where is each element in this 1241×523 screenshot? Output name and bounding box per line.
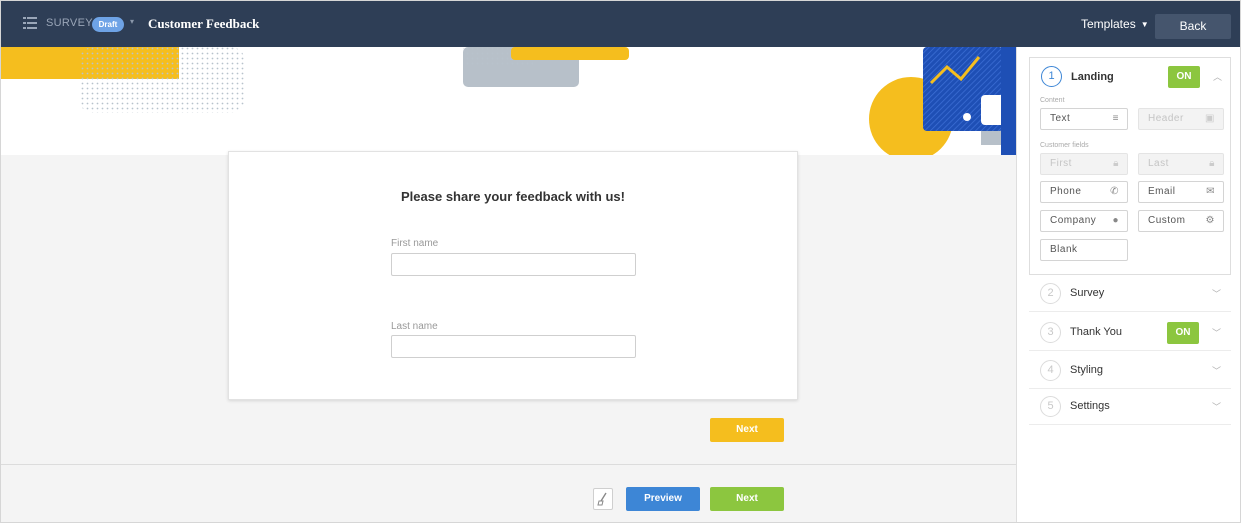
step-number-4: 4 <box>1040 360 1061 381</box>
lock-icon: 🔒︎ <box>1209 158 1215 169</box>
templates-dropdown[interactable]: Templates ▼ <box>1081 17 1149 31</box>
first-button-label: First <box>1050 158 1072 169</box>
blank-button-label: Blank <box>1050 244 1078 255</box>
status-badge[interactable]: Draft <box>92 17 124 32</box>
chevron-down-icon[interactable]: ﹀ <box>1212 287 1221 300</box>
step-label-settings: Settings <box>1070 400 1110 412</box>
step-styling[interactable]: 4 Styling ﹀ <box>1029 353 1231 389</box>
header-image-icon: ▣ <box>1205 113 1215 124</box>
email-button-label: Email <box>1148 186 1176 197</box>
app-window: SURVEY Draft ▾ Customer Feedback Templat… <box>0 0 1241 523</box>
chevron-down-icon[interactable]: ﹀ <box>1212 364 1221 377</box>
form-heading[interactable]: Please share your feedback with us! <box>229 189 797 204</box>
chevron-up-icon[interactable]: ︿ <box>1213 70 1222 83</box>
field-email-button[interactable]: Email ✉ <box>1138 181 1224 203</box>
brush-icon <box>597 492 607 506</box>
chevron-down-icon[interactable]: ﹀ <box>1212 400 1221 413</box>
step-settings[interactable]: 5 Settings ﹀ <box>1029 389 1231 425</box>
field-last-button[interactable]: Last 🔒︎ <box>1138 153 1224 175</box>
divider <box>1 464 1016 465</box>
hero-artwork <box>1 47 1016 155</box>
landing-form-card: Please share your feedback with us! Firs… <box>228 151 798 400</box>
first-name-label: First name <box>391 238 439 249</box>
chevron-down-icon[interactable]: ﹀ <box>1212 326 1221 339</box>
text-button-label: Text <box>1050 113 1071 124</box>
lock-icon: 🔒︎ <box>1113 158 1119 169</box>
survey-title[interactable]: Customer Feedback <box>148 16 259 32</box>
caret-down-icon: ▼ <box>1140 20 1149 29</box>
last-button-label: Last <box>1148 158 1169 169</box>
building-icon: ● <box>1112 215 1119 226</box>
field-first-button[interactable]: First 🔒︎ <box>1040 153 1128 175</box>
top-bar: SURVEY Draft ▾ Customer Feedback Templat… <box>1 1 1240 47</box>
survey-list-icon[interactable] <box>23 17 37 29</box>
company-button-label: Company <box>1050 215 1097 226</box>
survey-canvas: Please share your feedback with us! Firs… <box>1 47 1017 522</box>
step-number-5: 5 <box>1040 396 1061 417</box>
steps-panel: 1 Landing ON ︿ Content Text ≡ Header ▣ Cus… <box>1018 47 1240 522</box>
last-name-label: Last name <box>391 321 438 332</box>
envelope-icon: ✉ <box>1206 186 1215 197</box>
custom-button-label: Custom <box>1148 215 1186 226</box>
customer-fields-label: Customer fields <box>1040 142 1089 149</box>
field-custom-button[interactable]: Custom ⚙ <box>1138 210 1224 232</box>
status-dropdown-icon[interactable]: ▾ <box>130 17 134 26</box>
survey-label: SURVEY <box>46 17 93 29</box>
hero-illustration <box>1 47 1016 155</box>
step-label-thank-you: Thank You <box>1070 326 1122 338</box>
content-section-label: Content <box>1040 97 1065 104</box>
gear-icon: ⚙ <box>1205 215 1215 226</box>
step-number-1: 1 <box>1041 66 1062 87</box>
templates-label: Templates <box>1081 17 1136 31</box>
brush-button[interactable] <box>593 488 613 510</box>
field-company-button[interactable]: Company ● <box>1040 210 1128 232</box>
last-name-input[interactable] <box>391 335 636 358</box>
content-header-button[interactable]: Header ▣ <box>1138 108 1224 130</box>
thank-you-toggle[interactable]: ON <box>1167 322 1199 344</box>
field-blank-button[interactable]: Blank <box>1040 239 1128 261</box>
step-label-survey: Survey <box>1070 287 1105 299</box>
step-label-landing[interactable]: Landing <box>1071 71 1114 83</box>
step-thank-you[interactable]: 3 Thank You ON ﹀ <box>1029 315 1231 351</box>
next-button[interactable]: Next <box>710 487 784 511</box>
step-label-styling: Styling <box>1070 364 1104 376</box>
back-button[interactable]: Back <box>1155 14 1231 39</box>
step-number-2: 2 <box>1040 283 1061 304</box>
form-next-button[interactable]: Next <box>710 418 784 442</box>
content-text-button[interactable]: Text ≡ <box>1040 108 1128 130</box>
step-landing: 1 Landing ON ︿ Content Text ≡ Header ▣ Cus… <box>1029 57 1231 275</box>
step-survey[interactable]: 2 Survey ﹀ <box>1029 276 1231 312</box>
phone-button-label: Phone <box>1050 186 1082 197</box>
text-lines-icon: ≡ <box>1112 113 1119 124</box>
step-number-3: 3 <box>1040 322 1061 343</box>
first-name-input[interactable] <box>391 253 636 276</box>
preview-button[interactable]: Preview <box>626 487 700 511</box>
header-button-label: Header <box>1148 113 1184 124</box>
field-phone-button[interactable]: Phone ✆ <box>1040 181 1128 203</box>
landing-toggle[interactable]: ON <box>1168 66 1200 88</box>
phone-icon: ✆ <box>1110 186 1119 197</box>
